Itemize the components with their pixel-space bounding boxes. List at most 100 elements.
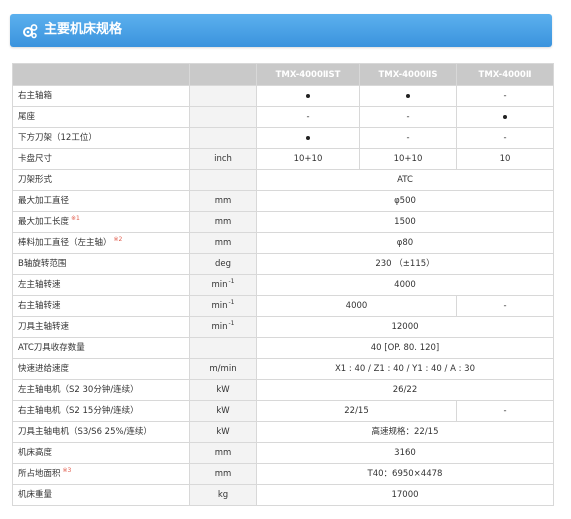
spec-value: 1500 (394, 217, 416, 227)
table-row: 尾座 - - (12, 106, 554, 128)
table-header-row: TMX-4000ⅡST TMX-4000ⅡS TMX-4000Ⅱ (12, 63, 554, 86)
spec-label-cell: 所占地面积 ※3 (12, 463, 190, 485)
spec-label: 机床重量 (18, 490, 53, 500)
unit-cell: deg (189, 253, 257, 275)
spec-label-cell: 卡盘尺寸 (12, 148, 190, 170)
table-row: 下方刀架（12工位） - - (12, 127, 554, 149)
spec-label: 右主轴箱 (18, 91, 53, 101)
spec-label: 卡盘尺寸 (18, 154, 53, 164)
unit-cell: kW (189, 421, 257, 443)
spec-label-cell: 机床重量 (12, 484, 190, 506)
spec-label-cell: 最大加工直径 (12, 190, 190, 212)
table-row: 刀具主轴电机（S3/S6 25%/连续） kW 高速规格：22/15 (12, 421, 554, 443)
footnote-marker: ※2 (113, 236, 123, 244)
unit-label: min (211, 301, 228, 311)
spec-label: 尾座 (18, 112, 36, 122)
table-row: B轴旋转范围 deg 230 （±115） (12, 253, 554, 275)
table-row: ATC刀具收存数量 40 [OP. 80. 120] (12, 337, 554, 359)
unit-label: mm (214, 196, 232, 206)
unit-label: mm (214, 238, 232, 248)
spec-value: φ80 (396, 238, 414, 248)
spec-value: - (503, 406, 507, 416)
table-row: 卡盘尺寸 inch 10+10 10+10 10 (12, 148, 554, 170)
spec-value: 3160 (394, 448, 416, 458)
spec-label: 最大加工长度 (18, 217, 70, 227)
unit-label: kW (216, 385, 230, 395)
standard-dot-icon (306, 94, 310, 98)
spec-value: - (503, 133, 507, 143)
value-cell: 3160 (256, 442, 554, 464)
value-cell: ATC (256, 169, 554, 191)
spec-label-cell: 刀具主轴转速 (12, 316, 190, 338)
spec-value: X1 : 40 / Z1 : 40 / Y1 : 40 / A : 30 (334, 364, 475, 374)
table-row: 最大加工直径 mm φ500 (12, 190, 554, 212)
value-cell: - (359, 106, 457, 128)
value-cell: T40：6950×4478 (256, 463, 554, 485)
spec-value: 26/22 (392, 385, 418, 395)
value-cell: 10+10 (359, 148, 457, 170)
unit-cell: inch (189, 148, 257, 170)
spec-label: 棒料加工直径（左主轴） (18, 238, 112, 248)
spec-label: 机床高度 (18, 448, 53, 458)
unit-cell (189, 85, 257, 107)
unit-label: mm (214, 217, 232, 227)
spec-label: 左主轴转速 (18, 280, 61, 290)
spec-value: φ500 (394, 196, 416, 206)
spec-label: B轴旋转范围 (18, 259, 67, 269)
spec-table: TMX-4000ⅡST TMX-4000ⅡS TMX-4000Ⅱ 右主轴箱 - 尾座… (12, 63, 554, 506)
spec-label: 右主轴电机（S2 15分钟/连续） (18, 406, 139, 416)
section-title: 主要机床规格 (44, 22, 123, 37)
spec-value: 17000 (391, 490, 419, 500)
value-cell: 4000 (256, 295, 457, 317)
spec-label-cell: 右主轴电机（S2 15分钟/连续） (12, 400, 190, 422)
value-cell: 10 (456, 148, 554, 170)
value-cell: - (456, 295, 554, 317)
value-cell: 高速规格：22/15 (256, 421, 554, 443)
spec-label-cell: 下方刀架（12工位） (12, 127, 190, 149)
table-row: 最大加工长度 ※1 mm 1500 (12, 211, 554, 233)
value-cell (256, 127, 360, 149)
spec-label-cell: 左主轴转速 (12, 274, 190, 296)
standard-dot-icon (503, 115, 507, 119)
unit-cell: min-1 (189, 274, 257, 296)
unit-label: deg (214, 259, 232, 269)
table-body: 右主轴箱 - 尾座 - - 下方刀架（12工位） - - 卡盘尺寸 inch 10+10 10+10 1… (12, 85, 554, 506)
value-cell: - (456, 85, 554, 107)
unit-label: mm (214, 469, 232, 479)
value-cell: - (256, 106, 360, 128)
footnote-marker: ※3 (62, 467, 72, 475)
section-header: 主要机床规格 (10, 14, 552, 47)
table-row: 右主轴转速 min-1 4000 - (12, 295, 554, 317)
spec-value: 230 （±115） (375, 259, 435, 269)
table-row: 刀架形式 ATC (12, 169, 554, 191)
unit-label: min (211, 322, 228, 332)
spec-label-cell: 机床高度 (12, 442, 190, 464)
column-header-tmx-4000iis: TMX-4000ⅡS (359, 63, 457, 86)
column-header-tmx-4000ii: TMX-4000Ⅱ (456, 63, 554, 86)
spec-label-cell: 左主轴电机（S2 30分钟/连续） (12, 379, 190, 401)
standard-dot-icon (406, 94, 410, 98)
value-cell: 1500 (256, 211, 554, 233)
table-row: 机床高度 mm 3160 (12, 442, 554, 464)
spec-label-cell: 刀架形式 (12, 169, 190, 191)
footnote-marker: ※1 (71, 215, 80, 223)
unit-label: kW (216, 406, 230, 416)
spec-label-cell: B轴旋转范围 (12, 253, 190, 275)
table-row: 机床重量 kg 17000 (12, 484, 554, 506)
unit-cell: m/min (189, 358, 257, 380)
unit-cell: mm (189, 211, 257, 233)
value-cell: 17000 (256, 484, 554, 506)
unit-cell (189, 127, 257, 149)
unit-cell (189, 169, 257, 191)
value-cell: 4000 (256, 274, 554, 296)
table-row: 快速进给速度 m/min X1 : 40 / Z1 : 40 / Y1 : 40 /… (12, 358, 554, 380)
value-cell: φ80 (256, 232, 554, 254)
value-cell: 26/22 (256, 379, 554, 401)
unit-label: mm (214, 448, 232, 458)
unit-cell (189, 337, 257, 359)
spec-value: 10+10 (293, 154, 323, 164)
unit-cell: min-1 (189, 295, 257, 317)
spec-label: 最大加工直径 (18, 196, 70, 206)
spec-value: - (306, 112, 310, 122)
spec-label-cell: 最大加工长度 ※1 (12, 211, 190, 233)
